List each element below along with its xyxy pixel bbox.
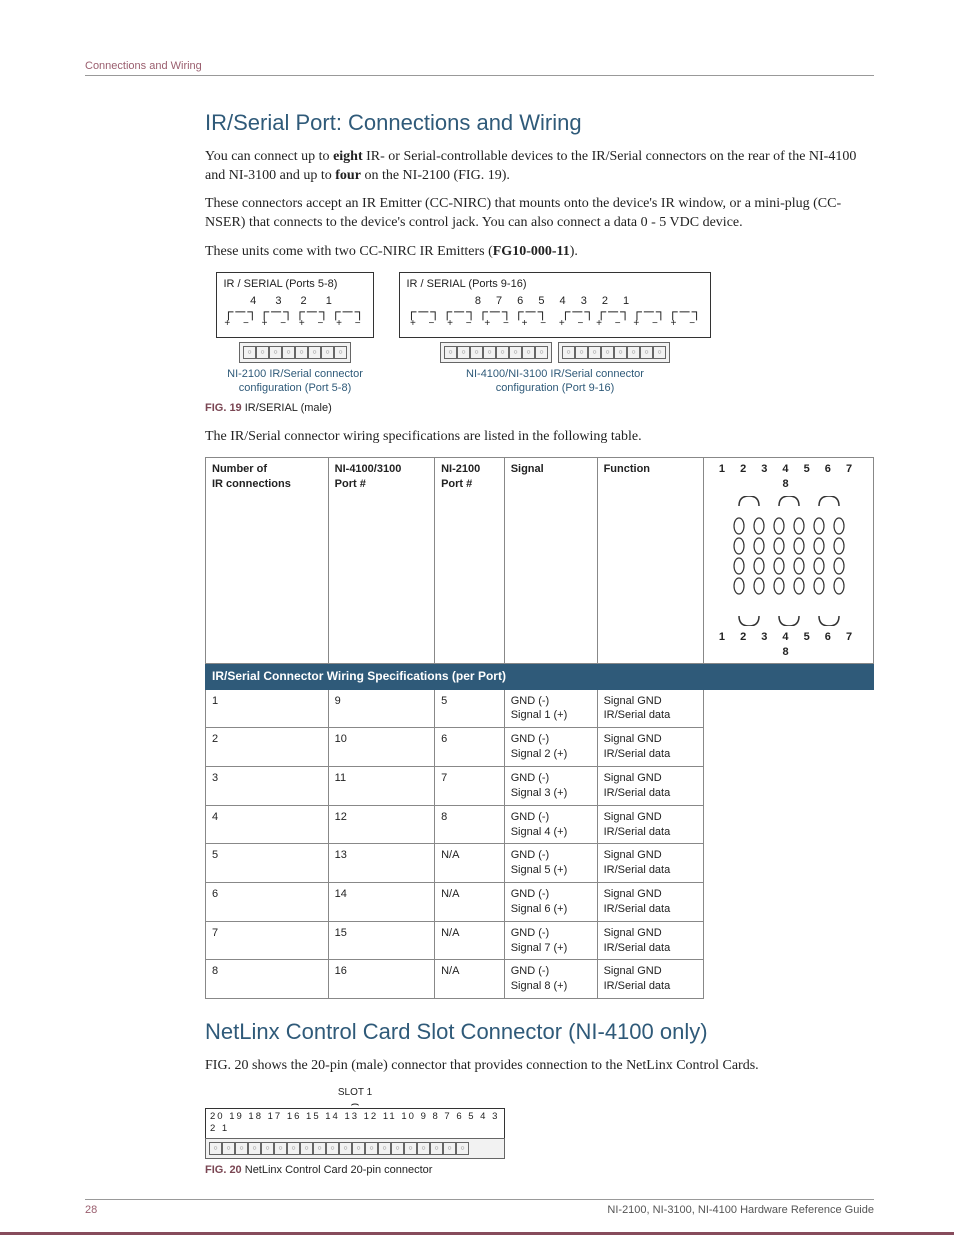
figure-20-caption: FIG. 20 NetLinx Control Card 20-pin conn…	[205, 1163, 874, 1178]
slot-20pin-connector: ○○○○○○○○○○○○○○○○○○○○	[205, 1138, 505, 1159]
terminal-block-8a: ○○○○○○○○	[440, 342, 552, 363]
paragraph: These connectors accept an IR Emitter (C…	[205, 195, 874, 233]
table-row: 2106GND (-)Signal 2 (+)Signal GNDIR/Seri…	[206, 728, 874, 767]
section-title-netlinx: NetLinx Control Card Slot Connector (NI-…	[205, 1017, 874, 1047]
table-row: 614N/AGND (-)Signal 6 (+)Signal GNDIR/Se…	[206, 883, 874, 922]
connector-diagram: 1 2 3 4 5 6 7 8	[704, 458, 874, 664]
paragraph: You can connect up to eight IR- or Seria…	[205, 148, 874, 186]
table-row: 816N/AGND (-)Signal 8 (+)Signal GNDIR/Se…	[206, 960, 874, 999]
terminal-block-4: ○○○○○○○○	[239, 342, 351, 363]
table-row: 3117GND (-)Signal 3 (+)Signal GNDIR/Seri…	[206, 766, 874, 805]
connector-title: IR / SERIAL (Ports 9-16)	[406, 277, 703, 292]
table-row: 715N/AGND (-)Signal 7 (+)Signal GNDIR/Se…	[206, 921, 874, 960]
table-row: 195GND (-)Signal 1 (+)Signal GNDIR/Seria…	[206, 689, 874, 728]
table-row: 513N/AGND (-)Signal 5 (+)Signal GNDIR/Se…	[206, 844, 874, 883]
figure-link[interactable]: NI-4100/NI-3100 IR/Serial connectorconfi…	[466, 367, 644, 396]
breadcrumb: Connections and Wiring	[85, 60, 874, 76]
figure-19: IR / SERIAL (Ports 5-8) 4 3 2 1 ┌─┐┌─┐┌─…	[205, 272, 874, 395]
page-footer: 28 NI-2100, NI-3100, NI-4100 Hardware Re…	[85, 1199, 874, 1216]
footer-title: NI-2100, NI-3100, NI-4100 Hardware Refer…	[607, 1204, 874, 1216]
connector-title: IR / SERIAL (Ports 5-8)	[223, 277, 366, 292]
figure-19-caption: FIG. 19 IR/SERIAL (male)	[205, 401, 874, 416]
figure-link[interactable]: NI-2100 IR/Serial connectorconfiguration…	[227, 367, 363, 396]
page-number: 28	[85, 1204, 97, 1216]
table-row: 4128GND (-)Signal 4 (+)Signal GNDIR/Seri…	[206, 805, 874, 844]
paragraph: The IR/Serial connector wiring specifica…	[205, 428, 874, 447]
section-title-ir-serial: IR/Serial Port: Connections and Wiring	[205, 108, 874, 138]
terminal-block-8b: ○○○○○○○○	[558, 342, 670, 363]
paragraph: These units come with two CC-NIRC IR Emi…	[205, 243, 874, 262]
figure-20: SLOT 1 ⌢ 20 19 18 17 16 15 14 13 12 11 1…	[205, 1086, 874, 1160]
wiring-spec-table: IR/Serial Connector Wiring Specification…	[205, 457, 874, 999]
paragraph: FIG. 20 shows the 20-pin (male) connecto…	[205, 1057, 874, 1076]
